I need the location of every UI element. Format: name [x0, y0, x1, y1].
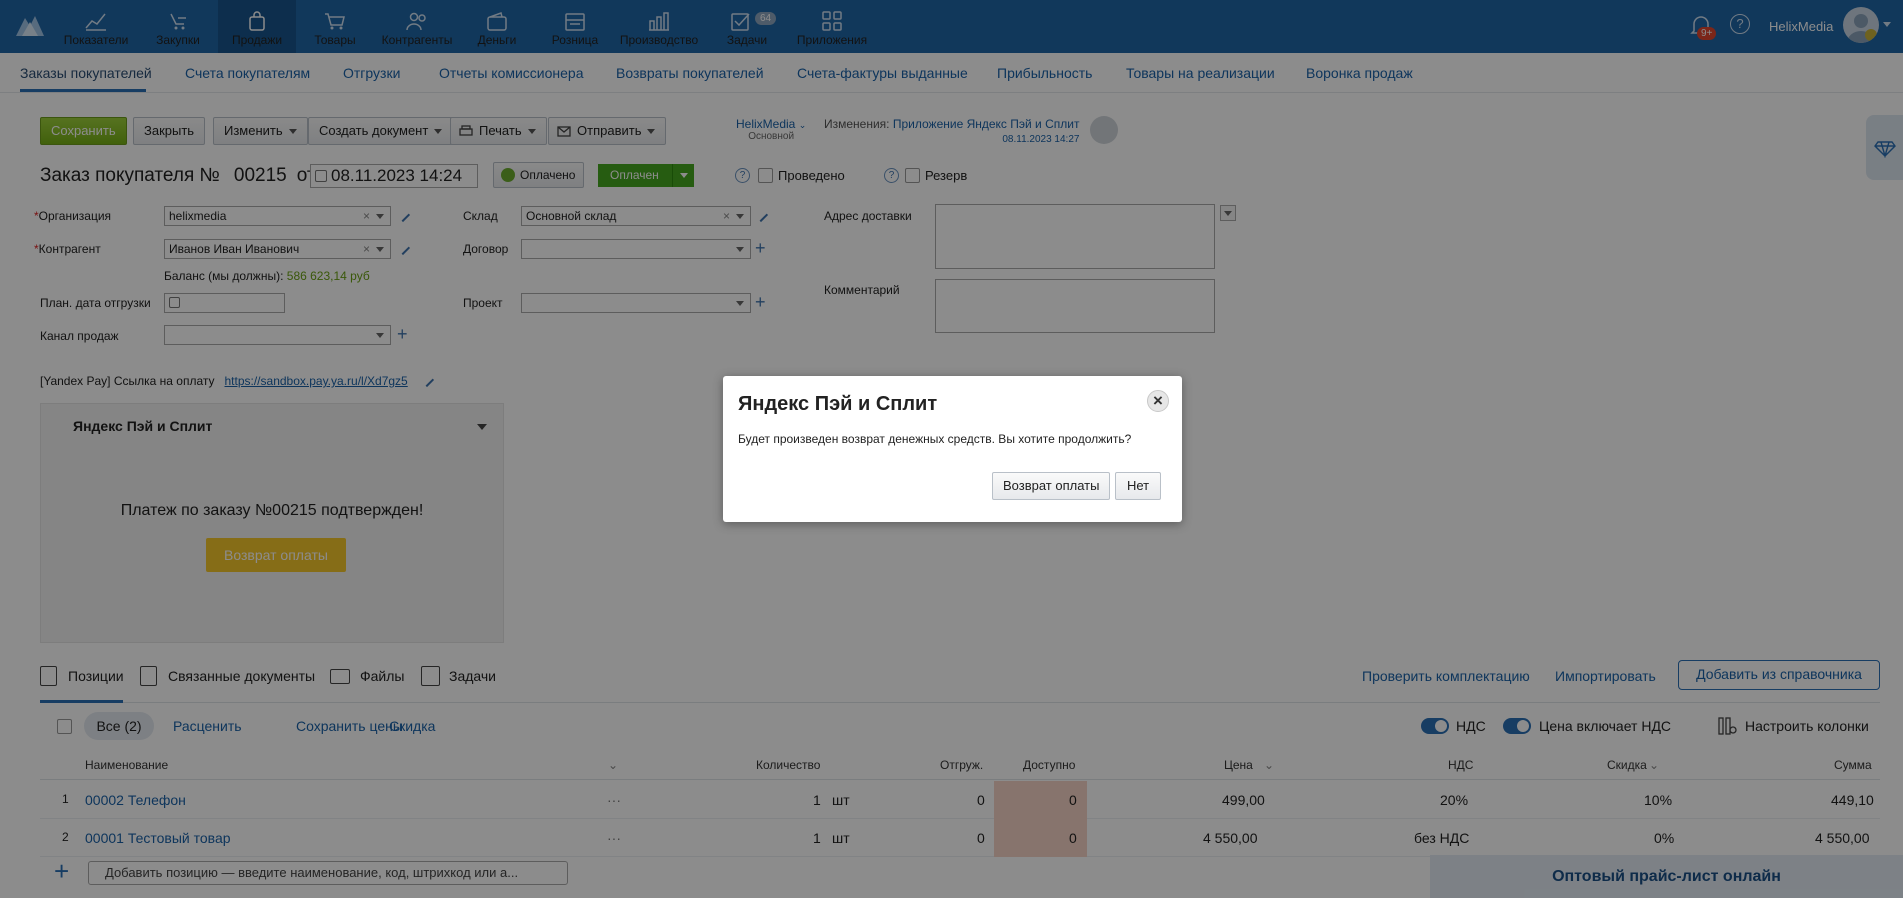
refund-confirm-dialog: Яндекс Пэй и Сплит × Будет произведен во… [723, 376, 1182, 522]
dialog-title: Яндекс Пэй и Сплит [738, 393, 938, 415]
dialog-message: Будет произведен возврат денежных средст… [738, 432, 1132, 446]
cancel-button[interactable]: Нет [1115, 472, 1162, 500]
confirm-refund-button[interactable]: Возврат оплаты [992, 472, 1111, 500]
close-icon[interactable]: × [1147, 390, 1169, 412]
